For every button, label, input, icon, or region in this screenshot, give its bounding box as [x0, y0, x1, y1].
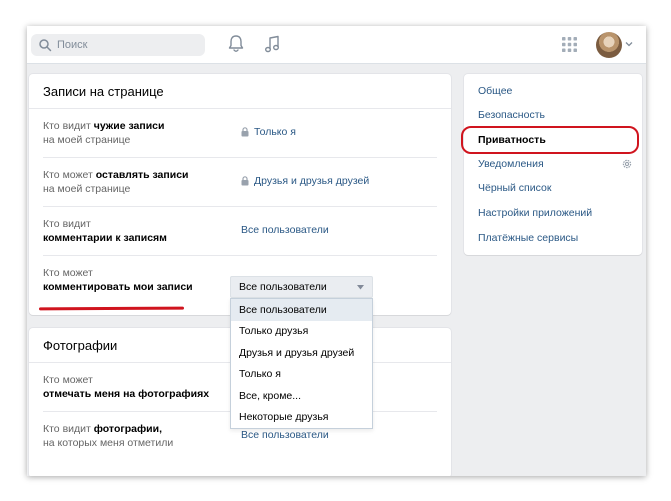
label-bold: комментарии к записям [43, 232, 167, 244]
side-menu-item-security[interactable]: Безопасность [478, 109, 545, 121]
side-menu-item-privacy[interactable]: Приватность [478, 134, 546, 146]
label-text: Кто может [43, 374, 93, 386]
apps-grid-icon[interactable] [562, 37, 577, 52]
label-text: на моей странице [43, 134, 131, 146]
label-bold: комментировать мои записи [43, 281, 193, 293]
settings-window: Поиск Записи на странице Кто видит чужие… [27, 26, 646, 476]
settings-side-menu: Общее Безопасность Приватность Уведомлен… [464, 74, 642, 255]
side-menu-item-notifications[interactable]: Уведомления [478, 158, 544, 170]
privacy-value[interactable]: Все пользователи [241, 429, 329, 441]
privacy-row-leave-posts: Кто может оставлять записи на моей стран… [43, 158, 437, 207]
chevron-down-icon[interactable] [625, 41, 633, 47]
label-text: Кто может [43, 267, 93, 279]
row-label: Кто видит комментарии к записям [43, 217, 233, 245]
privacy-value[interactable]: Только я [241, 126, 296, 138]
section-title: Записи на странице [29, 74, 451, 109]
music-icon[interactable] [263, 34, 281, 54]
lock-icon [241, 176, 249, 186]
bell-icon[interactable] [227, 34, 245, 54]
search-placeholder: Поиск [57, 39, 88, 51]
label-text: Кто видит [43, 218, 91, 230]
value-text: Все пользователи [241, 429, 329, 441]
top-bar: Поиск [27, 26, 646, 64]
row-label: Кто видит фотографии, на которых меня от… [43, 422, 233, 450]
dropdown-option[interactable]: Все, кроме... [231, 385, 372, 407]
value-text: Все пользователи [241, 224, 329, 236]
privacy-row-others-posts: Кто видит чужие записи на моей странице … [43, 109, 437, 158]
privacy-dropdown-menu: Все пользователи Только друзья Друзья и … [230, 298, 373, 429]
dropdown-option[interactable]: Некоторые друзья [231, 407, 372, 429]
row-label: Кто может комментировать мои записи [43, 266, 233, 294]
privacy-value[interactable]: Все пользователи [241, 224, 329, 236]
privacy-row-see-comments: Кто видит комментарии к записям Все поль… [43, 207, 437, 256]
label-bold: оставлять записи [95, 169, 189, 181]
side-menu-item-apps-settings[interactable]: Настройки приложений [478, 207, 592, 219]
select-value: Все пользователи [239, 281, 327, 293]
value-text: Только я [254, 126, 296, 138]
label-bold: чужие записи [93, 120, 165, 132]
dropdown-option[interactable]: Только друзья [231, 321, 372, 343]
label-text: Кто может [43, 169, 96, 181]
label-text: на которых меня отметили [43, 437, 174, 449]
avatar[interactable] [596, 32, 622, 58]
label-bold: фотографии, [93, 423, 162, 435]
row-label: Кто может отмечать меня на фотографиях [43, 373, 233, 401]
gear-icon[interactable] [621, 158, 633, 170]
row-label: Кто может оставлять записи на моей стран… [43, 168, 233, 196]
search-input[interactable]: Поиск [31, 34, 205, 56]
dropdown-option[interactable]: Только я [231, 364, 372, 386]
dropdown-option[interactable]: Все пользователи [231, 299, 372, 321]
label-bold: отмечать меня на фотографиях [43, 388, 210, 400]
label-text: на моей странице [43, 183, 131, 195]
privacy-value[interactable]: Друзья и друзья друзей [241, 175, 369, 187]
privacy-select[interactable]: Все пользователи [230, 276, 373, 298]
label-text: Кто видит [43, 423, 94, 435]
lock-icon [241, 127, 249, 137]
side-menu-item-payments[interactable]: Платёжные сервисы [478, 232, 578, 244]
side-menu-item-blacklist[interactable]: Чёрный список [478, 182, 551, 194]
dropdown-option[interactable]: Друзья и друзья друзей [231, 342, 372, 364]
value-text: Друзья и друзья друзей [254, 175, 370, 187]
row-label: Кто видит чужие записи на моей странице [43, 119, 233, 147]
side-menu-item-general[interactable]: Общее [478, 85, 512, 97]
search-icon [39, 39, 52, 52]
caret-down-icon [357, 285, 364, 290]
label-text: Кто видит [43, 120, 94, 132]
